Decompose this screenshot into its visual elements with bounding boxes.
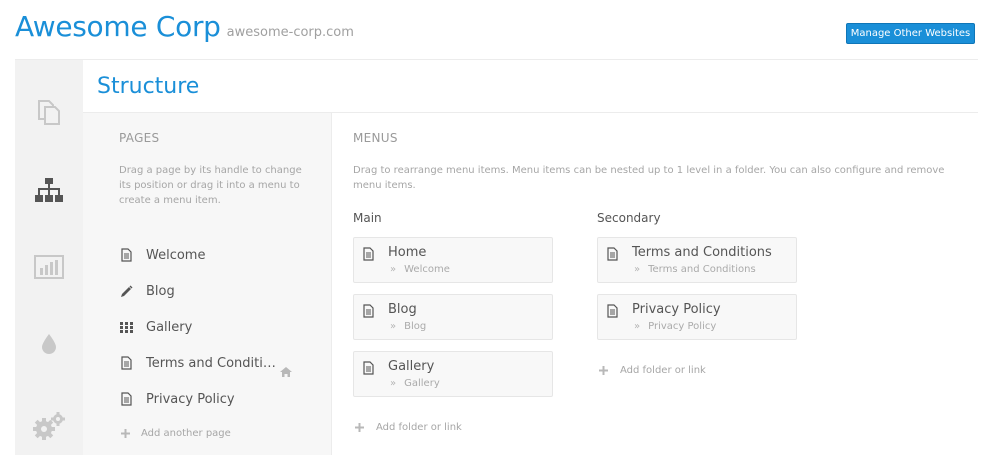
menus-panel: MENUS Drag to rearrange menu items. Menu… [332,113,978,455]
pages-panel: PAGES Drag a page by its handle to chang… [83,113,332,455]
stats-icon [34,255,64,279]
menu-item-target-label: Welcome [404,264,450,275]
menu-item-title: Privacy Policy [632,302,721,317]
page-label: Gallery [146,319,193,335]
menu-item-title: Blog [388,302,417,317]
menu-item-target-label: Privacy Policy [648,321,717,332]
sidebar-item-settings[interactable] [15,396,83,455]
double-chevron-icon: » [634,321,641,332]
page-label: Blog [146,283,175,299]
add-page-label: Add another page [141,428,231,439]
page-item-terms[interactable]: Terms and Conditi… [119,353,299,373]
menu-item-target: » Privacy Policy [634,321,716,332]
site-title[interactable]: Awesome Corp [15,10,221,43]
menu-item-terms[interactable]: Terms and Conditions » Terms and Conditio… [597,237,797,283]
double-chevron-icon: » [390,378,397,389]
menus-hint: Drag to rearrange menu items. Menu items… [353,165,945,191]
sidebar-item-stats[interactable] [15,237,83,297]
menu-item-target-label: Gallery [404,378,440,389]
page-label: Privacy Policy [146,391,235,407]
add-folder-label: Add folder or link [376,422,462,433]
page-label: Terms and Conditi… [146,355,276,371]
page-title: Structure [97,74,200,99]
double-chevron-icon: » [390,321,397,332]
secondary-menu-label: Secondary [597,211,661,225]
document-icon [363,303,374,322]
plus-icon [355,423,364,432]
page-item-gallery[interactable]: Gallery [119,317,299,337]
site-domain: awesome-corp.com [226,25,354,40]
menu-item-target-label: Terms and Conditions [648,264,756,275]
plus-icon [121,429,130,438]
double-chevron-icon: » [390,264,397,275]
menu-item-target: » Gallery [390,378,440,389]
document-icon[interactable] [119,356,133,370]
pages-hint: Drag a page by its handle to change its … [119,165,302,206]
pages-icon [38,100,60,125]
sidebar-item-structure[interactable] [15,160,83,220]
menu-item-target-label: Blog [404,321,427,332]
main-menu-label: Main [353,211,382,225]
secondary-add-folder-link[interactable]: Add folder or link [599,365,706,376]
menu-item-home[interactable]: Home » Welcome [353,237,553,283]
add-folder-label: Add folder or link [620,365,706,376]
document-icon [363,360,374,379]
page-item-privacy[interactable]: Privacy Policy [119,389,299,409]
menu-item-blog[interactable]: Blog » Blog [353,294,553,340]
main-content: Structure PAGES Drag a page by its handl… [83,60,978,455]
page-item-blog[interactable]: Blog [119,281,299,301]
document-icon [607,246,618,265]
main-add-folder-link[interactable]: Add folder or link [355,422,462,433]
manage-other-websites-button[interactable]: Manage Other Websites [846,23,975,44]
grid-icon[interactable] [119,320,133,334]
menu-item-target: » Welcome [390,264,450,275]
pencil-icon[interactable] [119,284,133,298]
pages-heading: PAGES [119,131,160,145]
sidebar [15,60,83,455]
menu-item-title: Terms and Conditions [632,245,772,260]
plus-icon [599,366,608,375]
document-icon [363,246,374,265]
menu-item-gallery[interactable]: Gallery » Gallery [353,351,553,397]
droplet-icon [42,334,56,354]
gears-icon [33,412,65,440]
document-icon[interactable] [119,248,133,262]
brand: Awesome Corp awesome-corp.com [15,10,354,50]
sidebar-item-design[interactable] [15,314,83,374]
add-another-page-link[interactable]: Add another page [121,428,231,439]
app-frame: Structure PAGES Drag a page by its handl… [15,59,978,455]
double-chevron-icon: » [634,264,641,275]
menu-item-privacy[interactable]: Privacy Policy » Privacy Policy [597,294,797,340]
page-item-welcome[interactable]: Welcome [119,245,299,265]
menu-item-target: » Terms and Conditions [634,264,756,275]
document-icon [607,303,618,322]
sidebar-item-pages[interactable] [15,80,83,140]
page-label: Welcome [146,247,206,263]
document-icon[interactable] [119,392,133,406]
menus-heading: MENUS [353,131,398,145]
menu-item-target: » Blog [390,321,426,332]
sitemap-icon [35,178,63,202]
menu-item-title: Home [388,245,427,260]
menu-item-title: Gallery [388,359,435,374]
